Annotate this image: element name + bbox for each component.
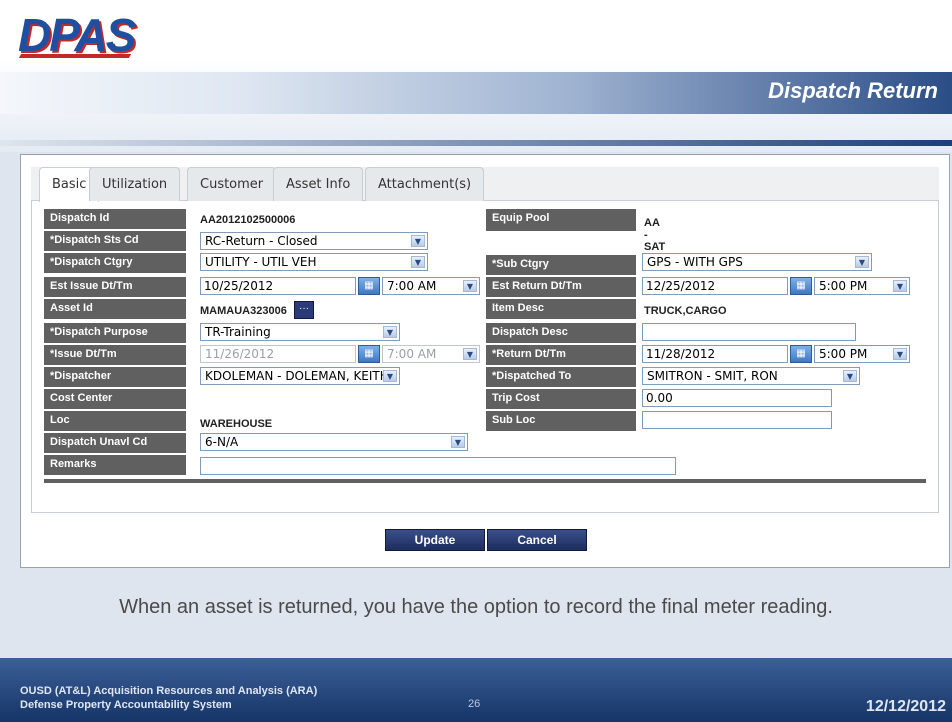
tab-utilization[interactable]: Utilization (89, 167, 181, 201)
sub-ctgry-select[interactable]: GPS - WITH GPS ▼ (642, 253, 872, 271)
dispatch-return-panel: Basic Utilization Customer Asset Info At… (20, 154, 950, 568)
asset-id-value: MAMAUA323006 (200, 305, 287, 317)
dispatched-to-label: *Dispatched To (486, 367, 636, 387)
page-number: 26 (468, 698, 481, 710)
slide-title: Dispatch Return (768, 78, 938, 103)
dispatcher-value: KDOLEMAN - DOLEMAN, KEITH (205, 369, 389, 383)
dispatched-to-value: SMITRON - SMIT, RON (647, 369, 778, 383)
update-button[interactable]: Update (385, 529, 485, 551)
return-date-input[interactable]: 11/28/2012 (642, 345, 788, 363)
sub-ctgry-label: *Sub Ctgry (486, 255, 636, 275)
dispatch-desc-input[interactable] (642, 323, 856, 341)
sub-loc-label: Sub Loc (486, 411, 636, 431)
trip-cost-input[interactable]: 0.00 (642, 389, 832, 407)
asset-id-label: Asset Id (44, 299, 186, 319)
issue-time-select: 7:00 AM ▼ (382, 345, 480, 363)
dispatch-sts-cd-select[interactable]: RC-Return - Closed ▼ (200, 232, 428, 250)
tab-bar: Basic Utilization Customer Asset Info At… (31, 167, 939, 202)
est-issue-date-input[interactable]: 10/25/2012 (200, 277, 356, 295)
tab-attachments[interactable]: Attachment(s) (365, 167, 485, 201)
est-return-label: Est Return Dt/Tm (486, 277, 636, 297)
slide-date: 12/12/2012 (865, 698, 946, 715)
est-issue-time-value: 7:00 AM (387, 279, 437, 293)
est-return-time-select[interactable]: 5:00 PM ▼ (814, 277, 910, 295)
basic-form: Dispatch Id AA2012102500006 Equip Pool A… (31, 201, 939, 513)
dispatch-id-value: AA2012102500006 (200, 214, 296, 226)
logo-swoosh (18, 54, 132, 58)
calendar-icon: ▦ (358, 345, 380, 363)
cancel-button[interactable]: Cancel (487, 529, 587, 551)
tab-customer[interactable]: Customer (187, 167, 277, 201)
sub-loc-input[interactable] (642, 411, 832, 429)
chevron-down-icon: ▼ (855, 256, 869, 268)
loc-value: WAREHOUSE (200, 418, 273, 430)
footer-line-1: OUSD (AT&L) Acquisition Resources and An… (20, 685, 318, 697)
slide-caption: When an asset is returned, you have the … (119, 596, 833, 618)
dispatch-id-label: Dispatch Id (44, 209, 186, 229)
dispatch-purpose-value: TR-Training (205, 325, 271, 339)
trip-cost-label: Trip Cost (486, 389, 636, 409)
issue-dt-label: *Issue Dt/Tm (44, 345, 186, 365)
chevron-down-icon: ▼ (411, 256, 425, 268)
dispatcher-select[interactable]: KDOLEMAN - DOLEMAN, KEITH ▼ (200, 367, 400, 385)
form-bottom-rule (44, 479, 926, 483)
dispatched-to-select[interactable]: SMITRON - SMIT, RON ▼ (642, 367, 860, 385)
item-desc-label: Item Desc (486, 299, 636, 319)
issue-time-value: 7:00 AM (387, 347, 437, 361)
issue-date-value: 11/26/2012 (205, 347, 275, 361)
loc-label: Loc (44, 411, 186, 431)
chevron-down-icon: ▼ (463, 348, 477, 360)
issue-date-input: 11/26/2012 (200, 345, 356, 363)
est-issue-time-select[interactable]: 7:00 AM ▼ (382, 277, 480, 295)
dispatch-unavl-cd-label: Dispatch Unavl Cd (44, 433, 186, 453)
item-desc-value: TRUCK,CARGO (644, 305, 727, 317)
footer-org: OUSD (AT&L) Acquisition Resources and An… (20, 684, 317, 712)
slide-header: DPAS Dispatch Return (0, 0, 952, 152)
chevron-down-icon: ▼ (451, 436, 465, 448)
remarks-input[interactable] (200, 457, 676, 475)
chevron-down-icon: ▼ (463, 280, 477, 292)
return-time-value: 5:00 PM (819, 347, 868, 361)
cost-center-label: Cost Center (44, 389, 186, 409)
chevron-down-icon: ▼ (383, 326, 397, 338)
chevron-down-icon: ▼ (893, 348, 907, 360)
dispatch-purpose-select[interactable]: TR-Training ▼ (200, 323, 400, 341)
dispatch-ctgry-value: UTILITY - UTIL VEH (205, 255, 317, 269)
calendar-icon[interactable]: ▦ (358, 277, 380, 295)
dispatch-desc-label: Dispatch Desc (486, 323, 636, 343)
footer-line-2: Defense Property Accountability System (20, 699, 232, 711)
dispatch-ctgry-label: *Dispatch Ctgry (44, 253, 186, 273)
sub-ctgry-value: GPS - WITH GPS (647, 255, 743, 269)
dispatch-unavl-cd-select[interactable]: 6-N/A ▼ (200, 433, 468, 451)
calendar-icon[interactable]: ▦ (790, 277, 812, 295)
slide-footer: OUSD (AT&L) Acquisition Resources and An… (0, 658, 952, 722)
dispatch-sts-cd-label: *Dispatch Sts Cd (44, 231, 186, 251)
chevron-down-icon: ▼ (843, 370, 857, 382)
chevron-down-icon: ▼ (893, 280, 907, 292)
ellipsis-icon[interactable]: ··· (294, 301, 314, 319)
calendar-icon[interactable]: ▦ (790, 345, 812, 363)
remarks-label: Remarks (44, 455, 186, 475)
tab-asset-info[interactable]: Asset Info (273, 167, 364, 201)
chevron-down-icon: ▼ (383, 370, 397, 382)
dispatch-sts-cd-value: RC-Return - Closed (205, 234, 318, 248)
equip-pool-label: Equip Pool (486, 209, 636, 231)
return-dt-label: *Return Dt/Tm (486, 345, 636, 365)
dispatch-purpose-label: *Dispatch Purpose (44, 323, 186, 343)
est-issue-label: Est Issue Dt/Tm (44, 277, 186, 297)
header-rule (0, 140, 952, 146)
dispatch-unavl-cd-value: 6-N/A (205, 435, 239, 449)
equip-pool-value: AA - SAT (644, 217, 666, 253)
return-time-select[interactable]: 5:00 PM ▼ (814, 345, 910, 363)
chevron-down-icon: ▼ (411, 235, 425, 247)
est-return-date-input[interactable]: 12/25/2012 (642, 277, 788, 295)
est-return-time-value: 5:00 PM (819, 279, 868, 293)
dispatch-ctgry-select[interactable]: UTILITY - UTIL VEH ▼ (200, 253, 428, 271)
dispatcher-label: *Dispatcher (44, 367, 186, 387)
